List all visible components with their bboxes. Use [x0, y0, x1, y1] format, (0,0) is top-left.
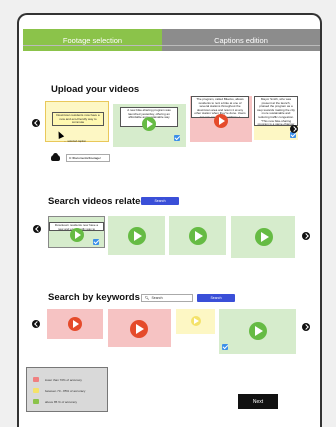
play-icon[interactable] — [255, 228, 273, 246]
related-thumbnail-4[interactable] — [231, 216, 295, 258]
legend-row-mid: between 70 - 85% of accuracy — [33, 388, 85, 393]
chevron-left-icon[interactable] — [32, 119, 40, 127]
keyword-thumbnail-4[interactable] — [219, 309, 296, 354]
checkbox-checked-icon[interactable] — [93, 239, 99, 245]
accuracy-legend: lower than 70% of accuracy between 70 - … — [26, 367, 108, 412]
chevron-right-icon[interactable] — [302, 232, 310, 240]
play-icon[interactable] — [191, 316, 201, 326]
upload-thumbnail-3[interactable]: The program, called BikeGo, allows resid… — [190, 96, 252, 142]
tab-captions-edition[interactable]: Captions edition — [162, 29, 320, 51]
related-thumbnail-3[interactable] — [169, 216, 226, 255]
caption-bubble: Downtown residents now have a new and ec… — [52, 112, 104, 126]
chevron-left-icon[interactable] — [32, 320, 40, 328]
keywords-search-query: Search — [151, 296, 163, 300]
legend-row-low: lower than 70% of accuracy — [33, 377, 82, 382]
upload-heading: Upload your videos — [51, 84, 140, 95]
legend-label: between 70 - 85% of accuracy — [45, 388, 86, 393]
keyword-thumbnail-3[interactable] — [176, 309, 215, 334]
legend-row-high: above 85 % of accuracy — [33, 399, 77, 404]
checkbox-checked-icon[interactable] — [174, 135, 180, 141]
legend-label: lower than 70% of accuracy — [45, 377, 82, 382]
related-thumbnail-2[interactable] — [108, 216, 165, 255]
chevron-left-icon[interactable] — [33, 225, 41, 233]
tab-footage-selection[interactable]: Footage selection — [23, 29, 162, 51]
related-thumbnail-1[interactable]: Downtown residents now have a new and ec… — [48, 216, 105, 248]
chevron-right-icon[interactable] — [302, 323, 310, 331]
path-input[interactable]: C:/Documents/Footage/ — [66, 154, 110, 162]
search-icon: 🔍︎ — [145, 296, 150, 300]
play-icon[interactable] — [68, 317, 82, 331]
divider — [23, 45, 320, 46]
legend-swatch-red — [33, 377, 39, 382]
caption-bubble: Mayor Smith, who was present at the laun… — [254, 96, 298, 126]
tab-bar: Footage selection Captions edition — [23, 29, 320, 51]
play-icon[interactable] — [249, 322, 267, 340]
related-heading: Search videos related — [48, 196, 147, 207]
upload-thumbnail-4[interactable]: Mayor Smith, who was present at the laun… — [254, 96, 298, 140]
play-icon[interactable] — [189, 227, 207, 245]
checkbox-checked-icon[interactable] — [222, 344, 228, 350]
cloud-upload-icon[interactable] — [51, 153, 60, 161]
legend-swatch-green — [33, 399, 39, 404]
play-icon[interactable] — [128, 227, 146, 245]
play-icon[interactable] — [214, 114, 228, 128]
upload-path-row: C:/Documents/Footage/ — [51, 153, 110, 162]
play-icon[interactable] — [130, 320, 148, 338]
legend-swatch-yellow — [33, 388, 39, 393]
chevron-right-icon[interactable] — [290, 125, 298, 133]
legend-label: above 85 % of accuracy — [45, 399, 78, 404]
upload-thumbnail-2[interactable]: A new bike-sharing program was launched … — [113, 104, 186, 147]
keyword-thumbnail-2[interactable] — [108, 309, 171, 347]
next-button[interactable]: Next — [238, 394, 278, 409]
play-icon[interactable] — [70, 228, 84, 242]
upload-thumbnail-1[interactable]: Downtown residents now have a new and ec… — [45, 101, 109, 142]
cursor-note: ← selected caption — [64, 140, 87, 143]
keywords-heading: Search by keywords — [48, 292, 140, 303]
related-search-button[interactable]: Search — [141, 197, 179, 205]
play-icon[interactable] — [142, 117, 156, 131]
keywords-search-button[interactable]: Search — [197, 294, 235, 302]
keywords-search-input[interactable]: 🔍︎ Search — [141, 294, 193, 302]
keyword-thumbnail-1[interactable] — [47, 309, 103, 339]
